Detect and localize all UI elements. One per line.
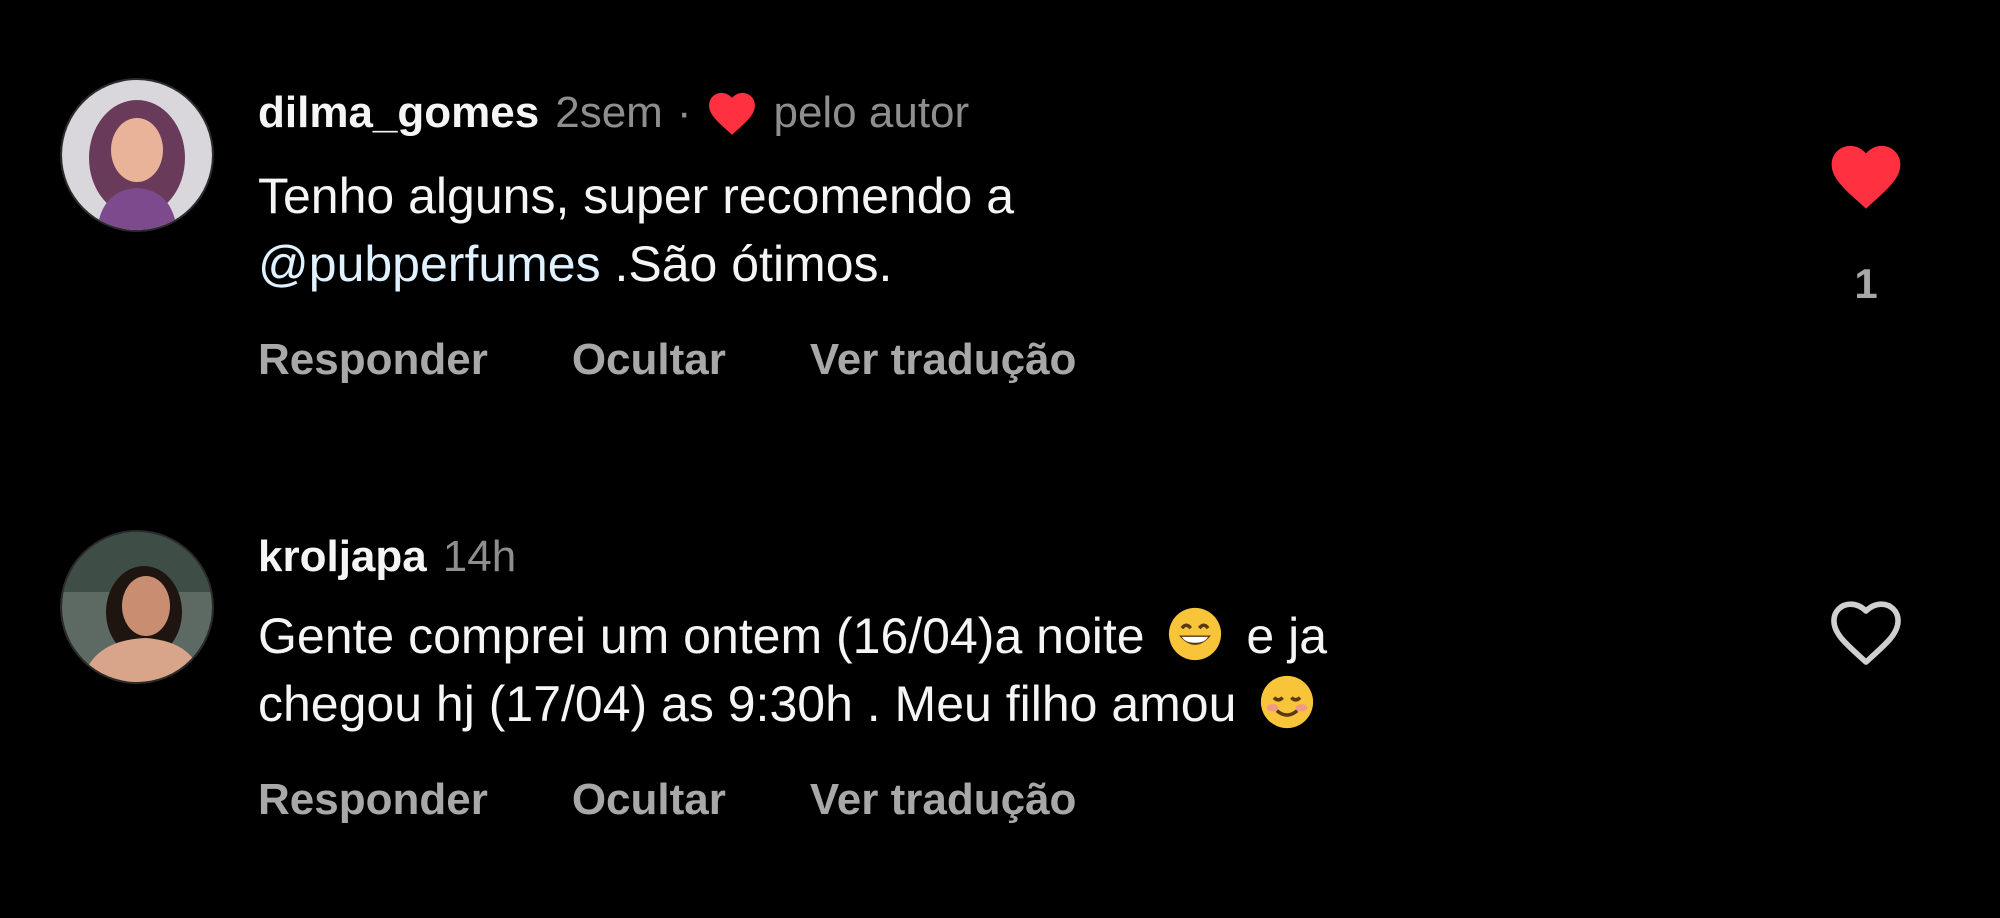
comment-text-part: e ja — [1246, 608, 1328, 664]
comment-text: Gente comprei um ontem (16/04)a noite e … — [258, 602, 1598, 738]
comment-text-rest: .São ótimos. — [600, 236, 893, 292]
liked-by-author-label: pelo autor — [773, 88, 970, 137]
username[interactable]: kroljapa — [258, 532, 427, 582]
like-button[interactable] — [1826, 596, 1906, 668]
translate-button[interactable]: Ver tradução — [810, 775, 1077, 825]
username[interactable]: dilma_gomes — [258, 88, 539, 138]
like-count: 1 — [1854, 260, 1878, 307]
heart-filled-icon — [705, 89, 759, 137]
heart-outline-icon — [1831, 601, 1901, 665]
reply-button[interactable]: Responder — [258, 775, 488, 825]
comment-header: dilma_gomes 2sem · pelo autor — [258, 88, 969, 138]
avatar-photo — [62, 532, 212, 682]
avatar-photo — [62, 80, 212, 230]
avatar[interactable] — [60, 530, 214, 684]
translate-button[interactable]: Ver tradução — [810, 335, 1077, 385]
grinning-face-emoji — [1166, 605, 1224, 663]
timestamp: 2sem — [555, 88, 663, 137]
smiling-face-emoji — [1258, 673, 1316, 731]
like-button[interactable] — [1826, 140, 1906, 212]
timestamp: 14h — [442, 532, 517, 581]
comment-text-line: Gente comprei um ontem (16/04)a noite e … — [258, 602, 1598, 670]
comment-text-line: Tenho alguns, super recomendo a — [258, 168, 1015, 224]
avatar[interactable] — [60, 78, 214, 232]
comment-text-line: chegou hj (17/04) as 9:30h . Meu filho a… — [258, 670, 1598, 738]
comment-actions: Responder Ocultar Ver tradução — [258, 774, 1160, 826]
comment-text-part: Gente comprei um ontem (16/04)a noite — [258, 608, 1145, 664]
comment-header: kroljapa 14h — [258, 532, 516, 582]
comment-actions: Responder Ocultar Ver tradução — [258, 334, 1160, 386]
separator: · — [676, 88, 692, 137]
comment-text-line: @pubperfumes .São ótimos. — [258, 230, 1598, 298]
hide-button[interactable]: Ocultar — [572, 335, 726, 385]
hide-button[interactable]: Ocultar — [572, 775, 726, 825]
reply-button[interactable]: Responder — [258, 335, 488, 385]
comment-text: Tenho alguns, super recomendo a @pubperf… — [258, 162, 1598, 298]
heart-filled-icon — [1831, 145, 1901, 209]
comment-text-part: chegou hj (17/04) as 9:30h . Meu filho a… — [258, 676, 1237, 732]
mention-link[interactable]: @pubperfumes — [258, 236, 601, 292]
